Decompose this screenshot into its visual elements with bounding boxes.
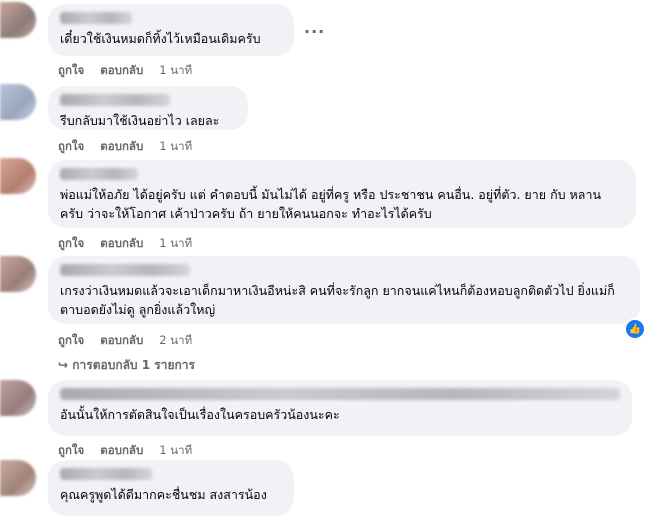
comment-bubble: เดี๋ยวใช้เงินหมดก็ทิ้งไว้เหมือนเดิมครับ xyxy=(48,4,294,56)
like-button[interactable]: ถูกใจ xyxy=(58,442,84,460)
view-replies-link[interactable]: ↪ การตอบกลับ 1 รายการ xyxy=(58,356,195,375)
commenter-name[interactable] xyxy=(60,94,170,106)
comment-bubble: พ่อแม่ให้อภัย ได้อยู่ครับ แต่ คำตอบนี้ ม… xyxy=(48,160,636,228)
commenter-name[interactable] xyxy=(60,468,152,480)
comment-text: พ่อแม่ให้อภัย ได้อยู่ครับ แต่ คำตอบนี้ ม… xyxy=(60,187,602,221)
comment-text: อันนั้นให้การตัดสินใจเป็นเรื่องในครอบครั… xyxy=(60,407,340,422)
avatar[interactable] xyxy=(0,2,36,38)
comment-actions: ถูกใจ ตอบกลับ 2 นาที xyxy=(58,332,208,350)
comment-actions: ถูกใจ ตอบกลับ 1 นาที xyxy=(58,62,208,80)
avatar[interactable] xyxy=(0,256,36,292)
reply-button[interactable]: ตอบกลับ xyxy=(100,62,143,80)
reply-button[interactable]: ตอบกลับ xyxy=(100,442,143,460)
comment-actions: ถูกใจ ตอบกลับ 1 นาที xyxy=(58,138,208,156)
timestamp[interactable]: 2 นาที xyxy=(159,332,192,350)
more-options-icon[interactable]: ··· xyxy=(304,22,325,41)
avatar[interactable] xyxy=(0,460,36,496)
reply-arrow-icon: ↪ xyxy=(58,358,69,372)
avatar[interactable] xyxy=(0,380,36,416)
avatar[interactable] xyxy=(0,158,36,194)
reply-button[interactable]: ตอบกลับ xyxy=(100,235,143,253)
like-reaction-icon[interactable]: 👍 xyxy=(624,318,646,340)
comment-actions: ถูกใจ ตอบกลับ 1 นาที xyxy=(58,442,208,460)
reply-button[interactable]: ตอบกลับ xyxy=(100,138,143,156)
comment-actions: ถูกใจ ตอบกลับ 1 นาที xyxy=(58,235,208,253)
commenter-name[interactable] xyxy=(60,264,190,276)
like-button[interactable]: ถูกใจ xyxy=(58,62,84,80)
timestamp[interactable]: 1 นาที xyxy=(159,62,192,80)
comment-text: เดี๋ยวใช้เงินหมดก็ทิ้งไว้เหมือนเดิมครับ xyxy=(60,31,261,46)
comment-bubble: อันนั้นให้การตัดสินใจเป็นเรื่องในครอบครั… xyxy=(48,380,632,436)
comment-text: คุณครูพูดได้ดีมากคะชื่นชม สงสารน้อง xyxy=(60,487,267,502)
timestamp[interactable]: 1 นาที xyxy=(159,138,192,156)
like-button[interactable]: ถูกใจ xyxy=(58,332,84,350)
avatar[interactable] xyxy=(0,84,36,120)
comment-bubble: คุณครูพูดได้ดีมากคะชื่นชม สงสารน้อง xyxy=(48,460,294,516)
commenter-name[interactable] xyxy=(60,168,138,180)
like-button[interactable]: ถูกใจ xyxy=(58,138,84,156)
comment-bubble: รีบกลับมาใช้เงินอย่าไว เลยละ xyxy=(48,86,248,130)
timestamp[interactable]: 1 นาที xyxy=(159,442,192,460)
comment-text: รีบกลับมาใช้เงินอย่าไว เลยละ xyxy=(60,113,220,128)
comment-bubble: เกรงว่าเงินหมดแล้วจะเอาเด็กมาหาเงินอีหน่… xyxy=(48,256,640,324)
commenter-name[interactable] xyxy=(60,388,620,400)
timestamp[interactable]: 1 นาที xyxy=(159,235,192,253)
reply-button[interactable]: ตอบกลับ xyxy=(100,332,143,350)
view-replies-label: การตอบกลับ 1 รายการ xyxy=(72,358,195,372)
like-button[interactable]: ถูกใจ xyxy=(58,235,84,253)
comment-text: เกรงว่าเงินหมดแล้วจะเอาเด็กมาหาเงินอีหน่… xyxy=(60,283,615,317)
commenter-name[interactable] xyxy=(60,12,132,24)
